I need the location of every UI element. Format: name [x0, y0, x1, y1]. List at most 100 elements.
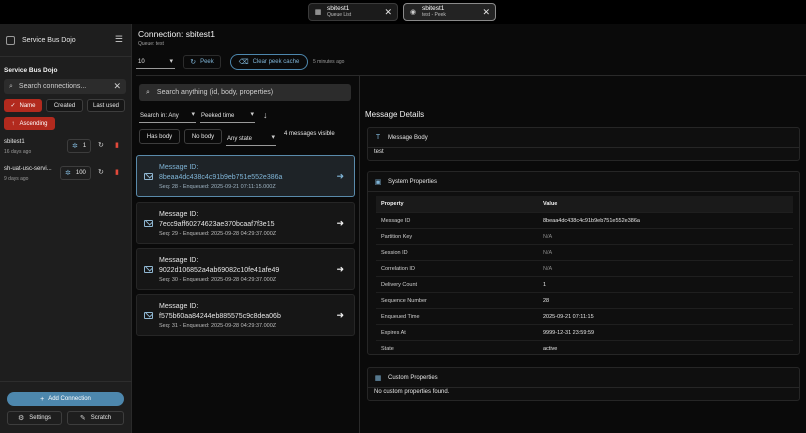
peek-button[interactable]: ↻ Peek	[183, 55, 221, 69]
panel-header: ▦ Custom Properties	[374, 374, 438, 382]
state-filter-select[interactable]: Any state ▾	[226, 133, 276, 146]
clear-icon[interactable]: ✕	[113, 81, 121, 92]
property-key: Message ID	[381, 218, 411, 224]
property-value: 2025-09-21 07:11:15	[543, 314, 594, 320]
divider	[368, 387, 799, 388]
trash-icon[interactable]: ▮	[115, 141, 119, 149]
page-title: Connection: sbitest1	[138, 29, 216, 39]
arrow-up-icon: ↑	[11, 120, 15, 127]
custom-properties-panel: ▦ Custom Properties No custom properties…	[367, 367, 800, 401]
scratch-button[interactable]: ✎ Scratch	[67, 411, 124, 425]
column-divider[interactable]	[359, 76, 360, 433]
search-in-value: Any	[168, 113, 179, 119]
table-row: Partition Key N/A	[376, 228, 793, 244]
arrow-right-icon[interactable]: ➜	[336, 171, 344, 182]
message-card[interactable]: Message ID: 8beaa4dc438c4c91b9eb751e552e…	[136, 155, 355, 197]
messages-visible-count: 4 messages visible	[284, 131, 335, 137]
gear-icon: ⚙	[18, 415, 25, 422]
connection-name: sh-uat-usc-servi...	[4, 166, 52, 172]
sort-direction-icon[interactable]: ↓	[263, 110, 268, 120]
property-value: 1	[543, 282, 547, 288]
table-row: Message ID 8beaa4dc438c4c91b9eb751e552e3…	[376, 212, 793, 228]
text-format-icon: T	[375, 134, 381, 141]
property-value: active	[543, 346, 558, 352]
property-key: Delivery Count	[381, 282, 418, 288]
plus-icon: +	[40, 395, 45, 403]
divider	[368, 147, 799, 148]
property-key: Sequence Number	[381, 298, 427, 304]
message-id: 7ecc9aff60274623ae370bcaaf7f3e15	[159, 221, 275, 228]
system-properties-panel: ▣ System Properties Property Value Messa…	[367, 171, 800, 355]
table-header: Property Value	[376, 196, 793, 212]
arrow-right-icon[interactable]: ➜	[336, 218, 344, 229]
connection-age: 9 days ago	[4, 176, 29, 182]
trash-icon[interactable]: ▮	[115, 168, 119, 176]
eye-icon: ◉	[409, 9, 417, 16]
tab-title: sbitest1	[327, 5, 350, 12]
message-meta: Seq: 31 - Enqueued: 2025-09-28 04:29:37.…	[159, 323, 277, 329]
connection-item[interactable]: sbitest1 16 days ago ✲ 1 ↻ ▮	[4, 138, 126, 158]
connection-item[interactable]: sh-uat-usc-servi... 9 days ago ✲ 100 ↻ ▮	[4, 165, 126, 185]
arrow-right-icon[interactable]: ➜	[336, 310, 344, 321]
property-key: Correlation ID	[381, 266, 415, 272]
mail-icon	[144, 312, 153, 319]
connection-search-input[interactable]: ⌕ Search connections... ✕	[4, 79, 126, 94]
sort-created-button[interactable]: Created	[46, 99, 83, 112]
divider	[368, 191, 799, 192]
close-icon[interactable]: ✕	[482, 7, 490, 18]
no-body-filter[interactable]: No body	[184, 129, 222, 144]
refresh-icon: ↻	[190, 59, 197, 66]
add-connection-label: Add Connection	[48, 396, 91, 402]
message-card[interactable]: Message ID: f575b60aa84244eb885575c9c8de…	[136, 294, 355, 336]
close-icon[interactable]: ✕	[384, 7, 392, 18]
scratch-label: Scratch	[90, 415, 112, 421]
menu-collapse-icon[interactable]: ☰	[115, 34, 123, 45]
sort-last-used-button[interactable]: Last used	[87, 99, 125, 112]
order-row: ↑ Ascending	[4, 117, 59, 130]
tab-bar: ▦ sbitest1 Queue List ✕ ◉ sbitest1 test …	[0, 0, 806, 24]
message-id: 8beaa4dc438c4c91b9eb751e552e386a	[159, 174, 283, 181]
message-card[interactable]: Message ID: 9022d106852a4ab69082c10fe41a…	[136, 248, 355, 290]
settings-button[interactable]: ⚙ Settings	[7, 411, 62, 425]
table-row: Correlation ID N/A	[376, 260, 793, 276]
caret-down-icon: ▾	[169, 58, 173, 65]
divider	[136, 75, 806, 76]
caret-down-icon: ▾	[271, 134, 275, 141]
message-search-input[interactable]: ⌕ Search anything (id, body, properties)	[139, 84, 351, 101]
panel-header: T Message Body	[374, 134, 428, 141]
clear-peek-cache-button[interactable]: ⌫ Clear peek cache	[230, 54, 308, 70]
sidebar-section-title: Service Bus Dojo	[4, 67, 58, 74]
property-value: N/A	[543, 250, 553, 256]
property-value: 28	[543, 298, 550, 304]
message-card[interactable]: Message ID: 7ecc9aff60274623ae370bcaaf7f…	[136, 202, 355, 244]
tab-subtitle: test - Peek	[422, 12, 446, 18]
has-body-filter[interactable]: Has body	[139, 129, 180, 144]
message-meta: Seq: 30 - Enqueued: 2025-09-28 04:29:37.…	[159, 277, 277, 283]
queue-count-badge[interactable]: ✲ 1	[67, 139, 92, 153]
peek-count-select[interactable]: 10 ▾	[136, 55, 175, 69]
column-header-property: Property	[381, 201, 404, 207]
sort-order-button[interactable]: ↑ Ascending	[4, 117, 55, 130]
no-body-label: No body	[191, 133, 215, 140]
settings-box-icon: ▣	[374, 178, 382, 186]
search-icon: ⌕	[146, 88, 150, 96]
search-in-label: Search in:	[140, 113, 168, 119]
sort-name-button[interactable]: ✓ Name	[4, 99, 42, 112]
tab-queue-list[interactable]: ▦ sbitest1 Queue List ✕	[308, 3, 398, 21]
peek-label: Peek	[200, 59, 214, 65]
tab-peek[interactable]: ◉ sbitest1 test - Peek ✕	[403, 3, 496, 21]
refresh-icon[interactable]: ↻	[98, 141, 104, 149]
queue-count-badge[interactable]: ✲ 100	[60, 166, 91, 180]
search-icon: ⌕	[9, 82, 13, 90]
refresh-icon[interactable]: ↻	[98, 168, 104, 176]
connection-age: 16 days ago	[4, 149, 32, 155]
search-placeholder: Search anything (id, body, properties)	[156, 89, 274, 96]
settings-label: Settings	[29, 415, 51, 421]
app-title: Service Bus Dojo	[22, 36, 76, 44]
sort-created-label: Created	[53, 102, 76, 109]
arrow-right-icon[interactable]: ➜	[336, 264, 344, 275]
add-connection-button[interactable]: + Add Connection	[7, 392, 124, 406]
sort-buttons: ✓ Name Created Last used	[4, 99, 129, 112]
sort-field-select[interactable]: Peeked time ▾	[200, 110, 255, 123]
search-in-select[interactable]: Search in: Any ▾	[139, 110, 196, 123]
